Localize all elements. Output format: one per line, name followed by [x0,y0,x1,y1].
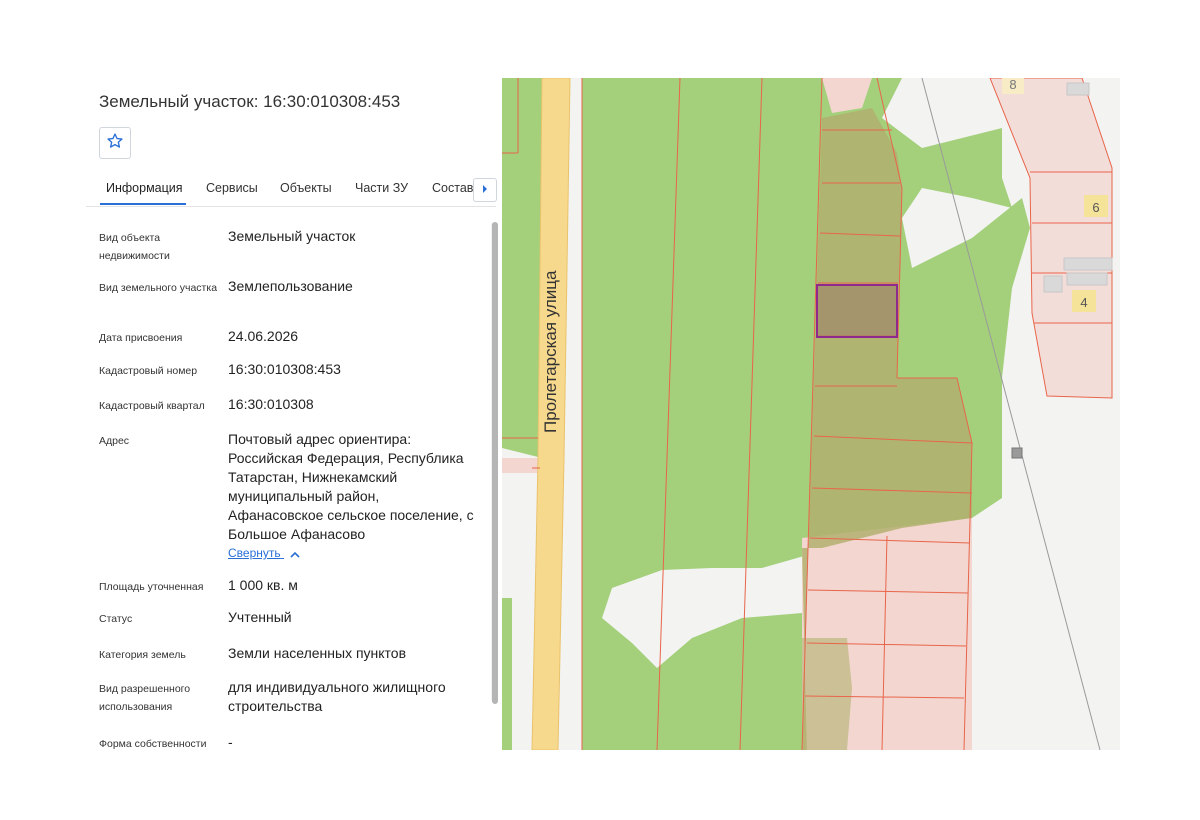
tab-composition[interactable]: Состав [432,181,473,195]
pink-zone [502,458,542,473]
collapse-link[interactable]: Свернуть [228,546,300,561]
collapse-label: Свернуть [228,546,281,560]
house-number-8: 8 [1009,78,1016,92]
field-label-area: Площадь уточненная [99,581,204,593]
pole-marker [1011,447,1023,459]
field-label-cadastral-quarter: Кадастровый квартал [99,400,205,412]
tab-parts[interactable]: Части ЗУ [355,181,408,195]
field-value-ownership: - [228,734,233,750]
building [1063,257,1113,271]
map-view[interactable]: Пролетарская улица 8 6 4 [502,78,1120,750]
map-canvas[interactable]: Пролетарская улица 8 6 4 [502,78,1120,750]
parcel-block [802,638,852,750]
selected-parcel-fill [817,285,897,337]
panel-title: Земельный участок: 16:30:010308:453 [99,92,401,111]
field-label-address: Адрес [99,435,130,447]
field-label-status: Статус [99,613,133,625]
chevron-up-icon [290,547,300,561]
active-tab-indicator [100,203,186,205]
street-label: Пролетарская улица [541,270,560,433]
field-label-land-category: Категория земель [99,649,186,661]
field-value-land-category: Земли населенных пунктов [228,645,407,661]
scrollbar-thumb[interactable] [492,222,498,704]
building [1066,82,1090,96]
field-label-ownership: Форма собственности [99,738,207,750]
tabs-next-button[interactable] [473,178,497,202]
chevron-right-icon [481,181,489,199]
green-area [502,598,512,750]
house-number-6: 6 [1092,200,1099,215]
field-label-assign-date: Дата присвоения [99,332,183,344]
tab-services[interactable]: Сервисы [206,181,258,195]
field-label-parcel-type: Вид земельного участка [99,282,218,294]
field-value-permitted-use: для индивидуального жилищного строительс… [228,679,446,714]
field-value-address: Почтовый адрес ориентира: Российская Фед… [228,431,474,542]
field-value-assign-date: 24.06.2026 [228,328,299,344]
star-icon [106,132,124,155]
favorite-button[interactable] [99,127,131,159]
building [1066,272,1108,286]
green-area [502,78,542,458]
field-label-cadastral-number: Кадастровый номер [99,365,198,377]
field-value-area: 1 000 кв. м [228,577,298,593]
field-value-cadastral-quarter: 16:30:010308 [228,396,314,412]
field-value-object-type: Земельный участок [228,228,356,244]
tab-objects[interactable]: Объекты [280,181,332,195]
field-value-cadastral-number: 16:30:010308:453 [228,361,341,377]
tab-information[interactable]: Информация [106,181,183,195]
building [1043,275,1063,293]
field-value-status: Учтенный [228,609,292,625]
field-value-parcel-type: Землепользование [228,278,353,294]
field-label-permitted-use: Вид разрешенного использования [99,683,191,713]
field-label-object-type: Вид объекта недвижимости [99,232,170,262]
house-number-4: 4 [1080,295,1087,310]
